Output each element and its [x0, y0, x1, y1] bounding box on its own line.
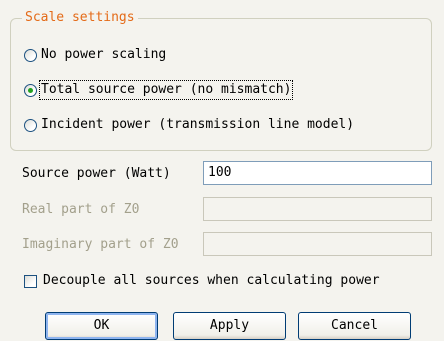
ok-button[interactable]: OK	[45, 312, 158, 340]
real-z0-label: Real part of Z0	[22, 202, 140, 217]
radio-label: Total source power (no mismatch)	[38, 80, 294, 100]
source-power-label: Source power (Watt)	[22, 166, 171, 181]
real-z0-input	[203, 197, 432, 221]
radio-label: No power scaling	[41, 47, 167, 62]
radio-button-icon[interactable]	[24, 118, 37, 132]
scale-settings-title: Scale settings	[22, 10, 138, 26]
radio-button-icon[interactable]	[24, 48, 37, 62]
radio-label: Incident power (transmission line model)	[41, 117, 355, 132]
decouple-sources-label: Decouple all sources when calculating po…	[43, 273, 380, 288]
source-power-input[interactable]: 100	[203, 161, 432, 185]
imaginary-z0-input	[203, 232, 432, 256]
radio-total-source-power[interactable]: Total source power (no mismatch)	[24, 80, 294, 100]
cancel-button[interactable]: Cancel	[298, 312, 411, 340]
radio-no-power-scaling[interactable]: No power scaling	[24, 45, 166, 65]
decouple-sources-checkbox-row[interactable]: Decouple all sources when calculating po…	[24, 271, 380, 291]
decouple-sources-checkbox[interactable]	[24, 274, 37, 288]
radio-incident-power[interactable]: Incident power (transmission line model)	[24, 115, 354, 135]
apply-button[interactable]: Apply	[173, 312, 286, 340]
imaginary-z0-label: Imaginary part of Z0	[22, 237, 179, 252]
radio-button-selected-icon[interactable]	[24, 83, 37, 97]
